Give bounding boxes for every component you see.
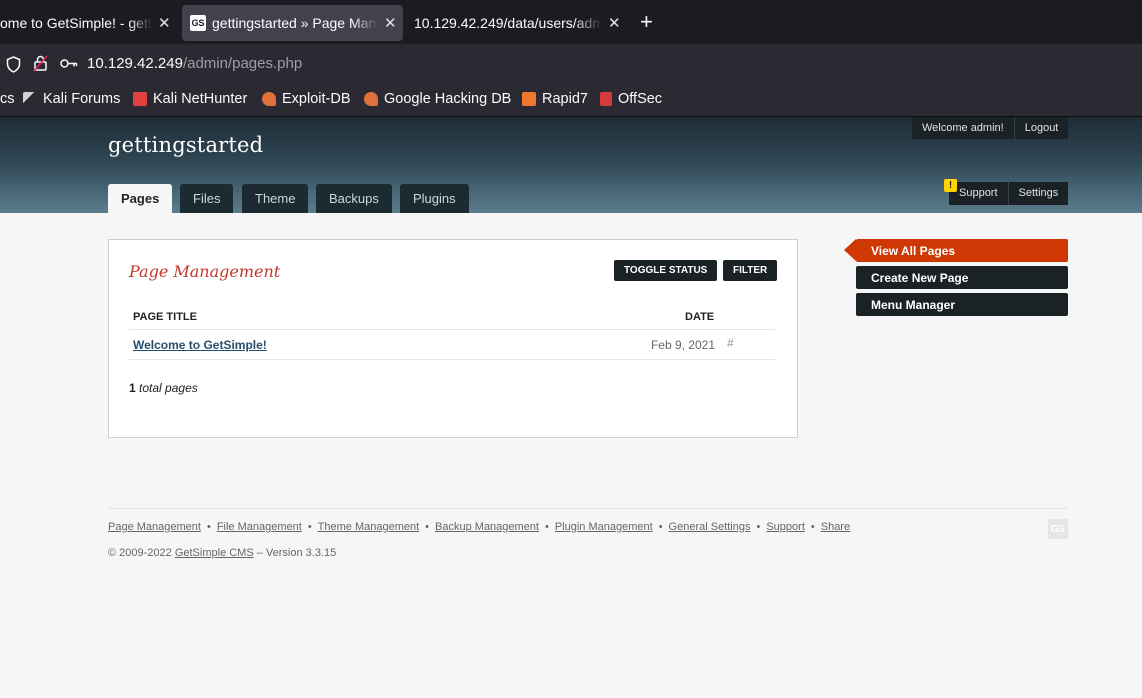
tab-pages[interactable]: Pages	[108, 184, 173, 213]
key-icon[interactable]	[60, 58, 78, 69]
bookmark-google-hacking-db[interactable]: Google Hacking DB	[364, 91, 511, 107]
shield-icon[interactable]	[6, 56, 21, 73]
admin-header: gettingstarted Welcome admin! Logout Pag…	[0, 117, 1142, 213]
tab-title: 10.129.42.249/data/users/admin.xml	[414, 15, 602, 31]
footer-separator: •	[307, 521, 312, 533]
bookmark-docs[interactable]: cs	[0, 91, 15, 107]
url-host: 10.129.42.249	[87, 55, 183, 72]
browser-tab-1[interactable]: ome to GetSimple! - getti ✕	[0, 5, 178, 41]
total-pages: 1 total pages	[129, 381, 198, 395]
page-date: Feb 9, 2021	[650, 338, 715, 352]
offsec-icon	[600, 92, 612, 106]
browser-tab-2-active[interactable]: GS gettingstarted » Page Management ✕	[182, 5, 403, 41]
close-icon[interactable]: ✕	[158, 14, 171, 32]
warning-icon[interactable]: !	[944, 179, 957, 192]
footer-link-general-settings[interactable]: General Settings	[669, 521, 751, 533]
total-label: total pages	[139, 381, 198, 395]
new-tab-button[interactable]: +	[640, 9, 653, 35]
bookmark-exploit-db[interactable]: Exploit-DB	[262, 91, 351, 107]
page-management-panel: Page Management TOGGLE STATUS FILTER PAG…	[108, 239, 798, 438]
table-row: Welcome to GetSimple! Feb 9, 2021 #	[129, 329, 775, 360]
bookmark-rapid7[interactable]: Rapid7	[522, 91, 588, 107]
sidebar-item-view-all-pages[interactable]: View All Pages	[844, 239, 1068, 262]
right-nav: Support Settings	[949, 182, 1069, 205]
getsimple-favicon-icon: GS	[190, 15, 206, 31]
tab-plugins[interactable]: Plugins	[400, 184, 469, 213]
rapid7-icon	[522, 92, 536, 106]
footer-separator: •	[544, 521, 549, 533]
nethunter-icon	[133, 92, 147, 106]
site-name[interactable]: gettingstarted	[108, 133, 263, 157]
ghdb-icon	[364, 92, 378, 106]
close-icon[interactable]: ✕	[608, 14, 621, 32]
bookmark-label: Google Hacking DB	[384, 91, 512, 107]
filter-button[interactable]: FILTER	[723, 260, 778, 281]
sidebar-item-create-new-page[interactable]: Create New Page	[856, 266, 1068, 289]
footer-separator: •	[756, 521, 761, 533]
footer-link-page-management[interactable]: Page Management	[108, 521, 201, 533]
footer-link-file-management[interactable]: File Management	[217, 521, 302, 533]
footer-link-backup-management[interactable]: Backup Management	[435, 521, 539, 533]
column-header-page-title[interactable]: PAGE TITLE	[133, 311, 197, 323]
bookmark-label: Rapid7	[542, 91, 588, 107]
bookmark-kali-nethunter[interactable]: Kali NetHunter	[133, 91, 247, 107]
logout-link[interactable]: Logout	[1013, 117, 1069, 139]
footer-link-share[interactable]: Share	[821, 521, 850, 533]
footer-links: Page Management • File Management • Theme Ma…	[108, 521, 850, 533]
sidebar-item-menu-manager[interactable]: Menu Manager	[856, 293, 1068, 316]
column-header-date[interactable]: DATE	[685, 311, 714, 323]
footer-separator: •	[810, 521, 815, 533]
user-bar: Welcome admin! Logout	[912, 117, 1069, 139]
url-path: /admin/pages.php	[182, 55, 303, 72]
bookmark-label: Kali Forums	[43, 91, 121, 107]
bookmark-label: Exploit-DB	[282, 91, 351, 107]
bookmarks-bar: cs Kali Forums Kali NetHunter Exploit-DB…	[0, 84, 1142, 117]
copyright: © 2009-2022 GetSimple CMS – Version 3.3.…	[108, 547, 336, 559]
bookmark-offsec[interactable]: OffSec	[600, 91, 662, 107]
exploitdb-icon	[262, 92, 276, 106]
insecure-lock-icon[interactable]	[33, 55, 48, 72]
browser-tab-bar: ome to GetSimple! - getti ✕ GS gettingst…	[0, 0, 1142, 44]
footer-separator: •	[658, 521, 663, 533]
footer-link-theme-management[interactable]: Theme Management	[318, 521, 420, 533]
footer-link-support[interactable]: Support	[766, 521, 805, 533]
tab-theme[interactable]: Theme	[242, 184, 309, 213]
tab-title: ome to GetSimple! - getti	[0, 15, 152, 31]
page-view-link[interactable]: #	[727, 336, 734, 350]
settings-link[interactable]: Settings	[1007, 182, 1069, 205]
toggle-status-button[interactable]: TOGGLE STATUS	[614, 260, 718, 281]
close-icon[interactable]: ✕	[384, 14, 397, 32]
version-text: – Version 3.3.15	[256, 547, 337, 559]
getsimple-cms-link[interactable]: GetSimple CMS	[175, 547, 254, 559]
footer-separator: •	[206, 521, 211, 533]
copyright-prefix: © 2009-2022	[108, 547, 172, 559]
total-count: 1	[129, 381, 136, 395]
footer-separator: •	[425, 521, 430, 533]
footer-link-plugin-management[interactable]: Plugin Management	[555, 521, 653, 533]
tab-backups[interactable]: Backups	[316, 184, 392, 213]
bookmark-label: Kali NetHunter	[153, 91, 248, 107]
address-bar: 10.129.42.249/admin/pages.php	[0, 44, 1142, 84]
page-title: Page Management	[129, 262, 281, 281]
welcome-text: Welcome admin!	[922, 122, 1004, 134]
browser-tab-3[interactable]: 10.129.42.249/data/users/admin.xml ✕	[414, 5, 624, 41]
support-link[interactable]: Support	[949, 182, 1008, 205]
tab-title: gettingstarted » Page Management	[212, 15, 378, 31]
tab-files[interactable]: Files	[180, 184, 234, 213]
bookmark-label: cs	[0, 91, 15, 107]
bookmark-label: OffSec	[618, 91, 663, 107]
bookmark-kali-forums[interactable]: Kali Forums	[23, 91, 120, 107]
footer-divider	[108, 508, 1068, 509]
getsimple-logo-icon[interactable]: GS	[1048, 519, 1068, 539]
page-title-link[interactable]: Welcome to GetSimple!	[133, 338, 267, 352]
kali-dragon-icon	[23, 92, 37, 106]
url-field[interactable]: 10.129.42.249/admin/pages.php	[87, 55, 302, 72]
